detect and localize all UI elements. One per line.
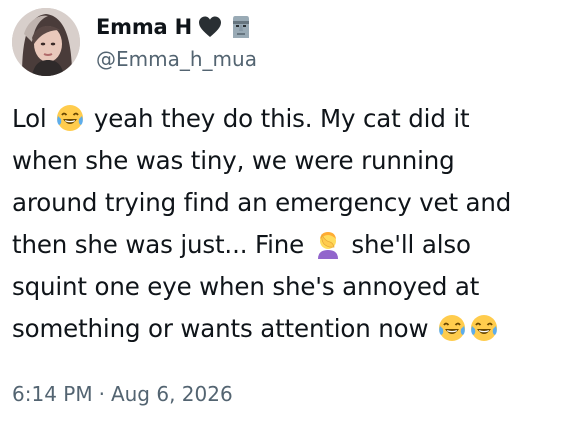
tweet-line: around trying find an emergency vet and [12,188,512,217]
tweet-header: Emma H @Emma_h_mua [12,6,257,78]
tweet-text-segment: yeah they do this. My cat did it [93,104,470,133]
tweet-line: then she was just... Fine she'll also [12,224,564,266]
black-heart-icon [197,14,223,40]
display-name[interactable]: Emma H [96,15,192,39]
tweet-text: Lol yeah they do this. My cat did it whe… [12,98,564,350]
tweet-line: squint one eye when she's annoyed at [12,272,480,301]
avatar[interactable] [12,8,80,76]
tweet-date[interactable]: Aug 6, 2026 [111,382,233,406]
author-names: Emma H @Emma_h_mua [96,10,257,74]
joy-emoji-icon [469,313,499,343]
tweet-text-segment: then she was just... Fine [12,230,305,259]
name-row: Emma H [96,10,257,44]
tweet-line: when she was tiny, we were running [12,146,455,175]
tweet-text-segment: something or wants attention now [12,314,429,343]
meta-separator: · [98,382,105,406]
joy-emoji-icon [55,103,85,133]
moai-icon [228,14,254,40]
tweet-time[interactable]: 6:14 PM [12,382,93,406]
tweet-text-segment: she'll also [351,230,471,259]
tweet-text-segment: Lol [12,104,47,133]
tweet: Emma H @Emma_h_mua Lol yeah they do this… [0,0,570,422]
avatar-image [12,8,80,76]
tweet-line: something or wants attention now [12,308,564,350]
joy-emoji-icon [437,313,467,343]
handle[interactable]: @Emma_h_mua [96,44,257,74]
tweet-meta: 6:14 PM · Aug 6, 2026 [12,382,233,406]
tweet-line: Lol yeah they do this. My cat did it [12,98,564,140]
facepalm-emoji-icon [313,229,343,259]
